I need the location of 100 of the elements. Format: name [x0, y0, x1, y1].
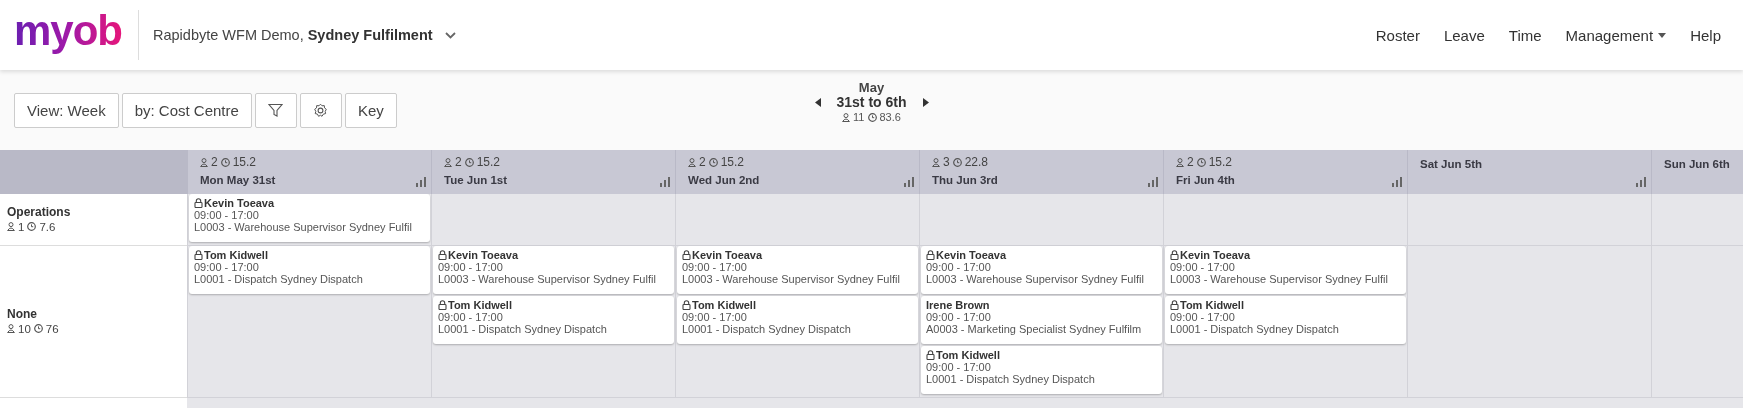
day-label: Thu Jun 3rd [932, 174, 998, 186]
clock-icon [220, 157, 230, 167]
shift-time: 09:00 - 17:00 [1170, 311, 1236, 323]
settings-button[interactable] [299, 93, 342, 128]
shift-card[interactable]: Tom Kidwell 09:00 - 17:00 L0001 - Dispatch Sydney Dispatch [921, 346, 1162, 394]
nav-link[interactable]: Roster [1375, 26, 1420, 44]
nav-link[interactable]: Leave [1443, 26, 1485, 44]
nav-link[interactable]: Time [1508, 26, 1542, 44]
bar-chart-icon[interactable] [416, 177, 426, 187]
business-name: Rapidbyte WFM Demo, [153, 27, 304, 43]
shift-role: L0001 - Dispatch Sydney Dispatch [438, 323, 608, 335]
clock-icon [867, 113, 877, 122]
shift-card[interactable]: Kevin Toeava 09:00 - 17:00 L0003 - Warehouse Supervisor Sydney Fulfil [189, 194, 430, 242]
hours-count: 15.2 [232, 155, 257, 169]
nav-link[interactable]: Management [1565, 26, 1667, 44]
previous-arrow-icon[interactable] [814, 98, 821, 107]
person-icon [842, 113, 851, 122]
next-arrow-icon[interactable] [922, 98, 929, 107]
people-count: 2 [699, 155, 706, 169]
employee-name: Tom Kidwell [194, 249, 268, 261]
toolbar-button[interactable]: by: Cost Centre [121, 93, 252, 128]
filter-button[interactable] [254, 93, 297, 128]
day-label: Tue Jun 1st [444, 174, 508, 186]
people-count: 2 [455, 155, 462, 169]
shift-time: 09:00 - 17:00 [1170, 261, 1236, 273]
people-count: 10 [18, 322, 31, 335]
person-icon [200, 157, 208, 167]
employee-name: Kevin Toeava [194, 197, 275, 209]
day-label: Sat Jun 5th [1420, 158, 1482, 170]
bar-chart-icon[interactable] [660, 177, 670, 187]
hours-count: 15.2 [720, 155, 745, 169]
shift-role: L0003 - Warehouse Supervisor Sydney Fulfil [438, 273, 657, 285]
hours-count: 7.6 [39, 220, 56, 233]
employee-name: Tom Kidwell [1170, 299, 1244, 311]
shift-time: 09:00 - 17:00 [682, 311, 748, 323]
chevron-down-icon[interactable] [444, 31, 456, 39]
bar-chart-icon[interactable] [1392, 177, 1402, 187]
hours-count: 15.2 [1208, 155, 1233, 169]
hours-count: 83.6 [879, 110, 901, 125]
people-count: 1 [18, 220, 25, 233]
day-label: Wed Jun 2nd [688, 174, 760, 186]
employee-name: Tom Kidwell [682, 299, 756, 311]
employee-name: Kevin Toeava [682, 249, 763, 261]
shift-card[interactable]: Kevin Toeava 09:00 - 17:00 L0003 - Warehouse Supervisor Sydney Fulfil [921, 246, 1162, 294]
day-label: Fri Jun 4th [1176, 174, 1235, 186]
shift-role: A0003 - Marketing Specialist Sydney Fulfilm [926, 323, 1143, 335]
shift-time: 09:00 - 17:00 [926, 261, 992, 273]
clock-icon [27, 222, 37, 231]
filter-icon [268, 103, 284, 118]
day-label: Mon May 31st [200, 174, 276, 186]
people-count: 3 [943, 155, 950, 169]
shift-time: 09:00 - 17:00 [682, 261, 748, 273]
shift-role: L0003 - Warehouse Supervisor Sydney Fulfil [194, 221, 413, 233]
toolbar-button[interactable]: Key [344, 93, 397, 128]
shift-card[interactable]: Tom Kidwell 09:00 - 17:00 L0001 - Dispatch Sydney Dispatch [1165, 296, 1406, 344]
hours-count: 76 [45, 322, 59, 335]
person-icon [7, 324, 15, 333]
bar-chart-icon[interactable] [1636, 177, 1646, 187]
person-icon [444, 157, 452, 167]
hours-count: 22.8 [964, 155, 989, 169]
location-name: Sydney Fulfilment [307, 27, 433, 43]
shift-time: 09:00 - 17:00 [438, 261, 504, 273]
shift-time: 09:00 - 17:00 [926, 311, 992, 323]
shift-role: L0003 - Warehouse Supervisor Sydney Fulfil [1170, 273, 1389, 285]
shift-time: 09:00 - 17:00 [194, 209, 260, 221]
clock-icon [952, 157, 962, 167]
shift-card[interactable]: Tom Kidwell 09:00 - 17:00 L0001 - Dispatch Sydney Dispatch [189, 246, 430, 294]
row-name: None [7, 306, 38, 321]
person-icon [7, 222, 15, 231]
shift-card[interactable]: Irene Brown 09:00 - 17:00 A0003 - Marketing Specialist Sydney Fulfilm [921, 296, 1162, 344]
nav-link[interactable]: Help [1690, 26, 1721, 44]
shift-card[interactable]: Kevin Toeava 09:00 - 17:00 L0003 - Warehouse Supervisor Sydney Fulfil [1165, 246, 1406, 294]
shift-time: 09:00 - 17:00 [438, 311, 504, 323]
hours-count: 15.2 [476, 155, 501, 169]
shift-card[interactable]: Tom Kidwell 09:00 - 17:00 L0001 - Dispatch Sydney Dispatch [677, 296, 918, 344]
shift-card[interactable]: Kevin Toeava 09:00 - 17:00 L0003 - Warehouse Supervisor Sydney Fulfil [433, 246, 674, 294]
clock-icon [464, 157, 474, 167]
shift-card[interactable]: Kevin Toeava 09:00 - 17:00 L0003 - Warehouse Supervisor Sydney Fulfil [677, 246, 918, 294]
shift-card[interactable]: Tom Kidwell 09:00 - 17:00 L0001 - Dispatch Sydney Dispatch [433, 296, 674, 344]
person-icon [1176, 157, 1184, 167]
bar-chart-icon[interactable] [1148, 177, 1158, 187]
shift-role: L0001 - Dispatch Sydney Dispatch [682, 323, 852, 335]
shift-time: 09:00 - 17:00 [194, 261, 260, 273]
toolbar-button[interactable]: View: Week [14, 93, 119, 128]
settings-icon [313, 103, 329, 118]
day-label: Sun Jun 6th [1664, 158, 1730, 170]
person-icon [932, 157, 940, 167]
employee-name: Irene Brown [926, 299, 990, 311]
people-count: 2 [1187, 155, 1194, 169]
week-range: 31st to 6th [836, 95, 907, 110]
shift-role: L0003 - Warehouse Supervisor Sydney Fulfil [682, 273, 901, 285]
shift-role: L0001 - Dispatch Sydney Dispatch [926, 373, 1096, 385]
bar-chart-icon[interactable] [904, 177, 914, 187]
clock-icon [708, 157, 718, 167]
shift-role: L0001 - Dispatch Sydney Dispatch [1170, 323, 1340, 335]
clock-icon [33, 324, 43, 333]
shift-role: L0001 - Dispatch Sydney Dispatch [194, 273, 364, 285]
employee-name: Kevin Toeava [438, 249, 519, 261]
clock-icon [1196, 157, 1206, 167]
shift-role: L0003 - Warehouse Supervisor Sydney Fulfil [926, 273, 1145, 285]
